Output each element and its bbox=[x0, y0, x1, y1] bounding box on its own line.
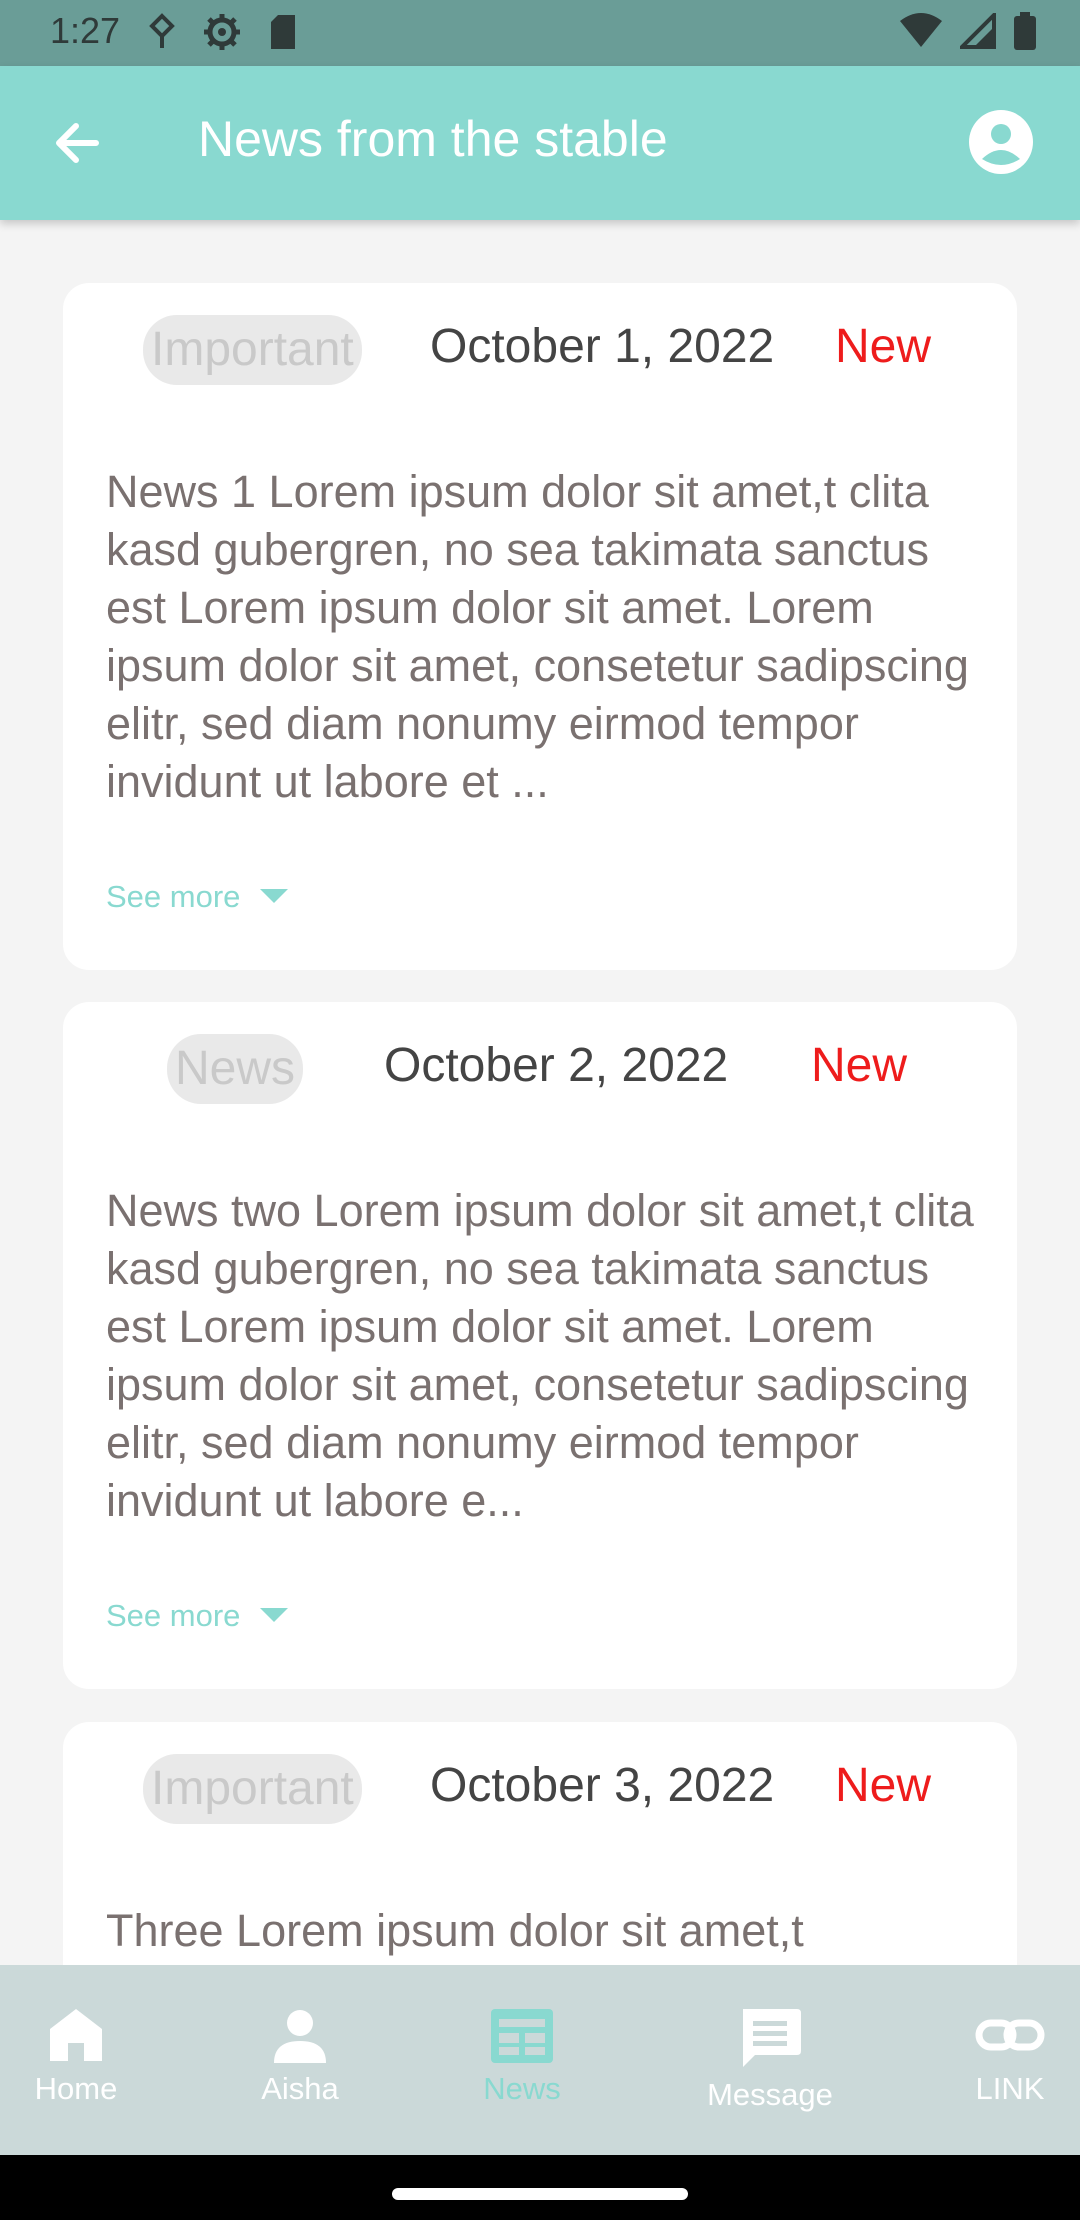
nav-message[interactable]: Message bbox=[695, 2005, 845, 2113]
news-card[interactable]: Important October 3, 2022 New Three Lore… bbox=[63, 1722, 1017, 1965]
nearby-icon bbox=[149, 13, 175, 48]
status-bar: 1:27 bbox=[0, 0, 1080, 66]
see-more-label: See more bbox=[106, 1598, 241, 1633]
news-date: October 3, 2022 bbox=[430, 1759, 775, 1812]
sd-card-icon bbox=[271, 15, 295, 49]
news-body: Three Lorem ipsum dolor sit amet,t bbox=[106, 1905, 804, 1956]
nav-link-label: LINK bbox=[975, 2071, 1045, 2106]
bottom-navigation: Home Aisha News Message LINK bbox=[0, 1965, 1080, 2155]
nav-message-label: Message bbox=[707, 2077, 833, 2112]
news-card-header: Important October 3, 2022 New bbox=[63, 1722, 1017, 1852]
account-circle-icon bbox=[969, 110, 1033, 174]
arrow-back-icon bbox=[56, 123, 99, 163]
home-icon bbox=[50, 2009, 102, 2061]
news-tag: Important bbox=[143, 315, 362, 385]
message-icon bbox=[743, 2009, 801, 2067]
nav-link[interactable]: LINK bbox=[968, 2005, 1052, 2107]
nav-home[interactable]: Home bbox=[32, 2005, 120, 2107]
news-date: October 1, 2022 bbox=[430, 320, 775, 373]
see-more-link[interactable]: See more bbox=[106, 1598, 289, 1634]
nav-news-label: News bbox=[483, 2071, 561, 2106]
account-button[interactable] bbox=[968, 109, 1034, 175]
wifi-icon bbox=[900, 13, 942, 47]
news-list[interactable]: Important October 1, 2022 New News 1 Lor… bbox=[0, 220, 1080, 1965]
news-body: News two Lorem ipsum dolor sit amet,t cl… bbox=[106, 1185, 974, 1526]
home-indicator[interactable] bbox=[392, 2188, 688, 2200]
news-card[interactable]: News October 2, 2022 New News two Lorem … bbox=[63, 1002, 1017, 1689]
chevron-down-icon bbox=[260, 1608, 289, 1622]
new-badge: New bbox=[811, 1039, 908, 1092]
news-card[interactable]: Important October 1, 2022 New News 1 Lor… bbox=[63, 283, 1017, 970]
link-icon bbox=[975, 2019, 1045, 2051]
settings-gear-icon bbox=[204, 14, 240, 50]
nav-aisha-label: Aisha bbox=[261, 2071, 339, 2106]
new-badge: New bbox=[835, 1759, 932, 1812]
see-more-link[interactable]: See more bbox=[106, 879, 289, 915]
news-card-header: News October 2, 2022 New bbox=[63, 1002, 1017, 1132]
news-tag: News bbox=[167, 1034, 304, 1104]
nav-news[interactable]: News bbox=[472, 2005, 572, 2107]
see-more-label: See more bbox=[106, 879, 241, 914]
page-title: News from the stable bbox=[198, 111, 668, 167]
signal-icon bbox=[960, 13, 996, 49]
news-body: News 1 Lorem ipsum dolor sit amet,t clit… bbox=[106, 466, 969, 807]
nav-aisha[interactable]: Aisha bbox=[250, 2005, 350, 2107]
status-icons-right bbox=[900, 12, 1036, 50]
app-bar: News from the stable bbox=[0, 66, 1080, 220]
news-date: October 2, 2022 bbox=[384, 1039, 729, 1092]
battery-icon bbox=[1014, 12, 1036, 50]
newspaper-icon bbox=[491, 2009, 553, 2063]
status-icons-left bbox=[148, 12, 298, 52]
chevron-down-icon bbox=[260, 889, 289, 903]
person-icon bbox=[274, 2010, 326, 2063]
system-gesture-bar bbox=[0, 2155, 1080, 2220]
news-card-header: Important October 1, 2022 New bbox=[63, 283, 1017, 413]
news-tag: Important bbox=[143, 1754, 362, 1824]
new-badge: New bbox=[835, 320, 932, 373]
status-time: 1:27 bbox=[50, 10, 121, 51]
back-button[interactable] bbox=[44, 110, 110, 176]
nav-home-label: Home bbox=[34, 2071, 118, 2106]
